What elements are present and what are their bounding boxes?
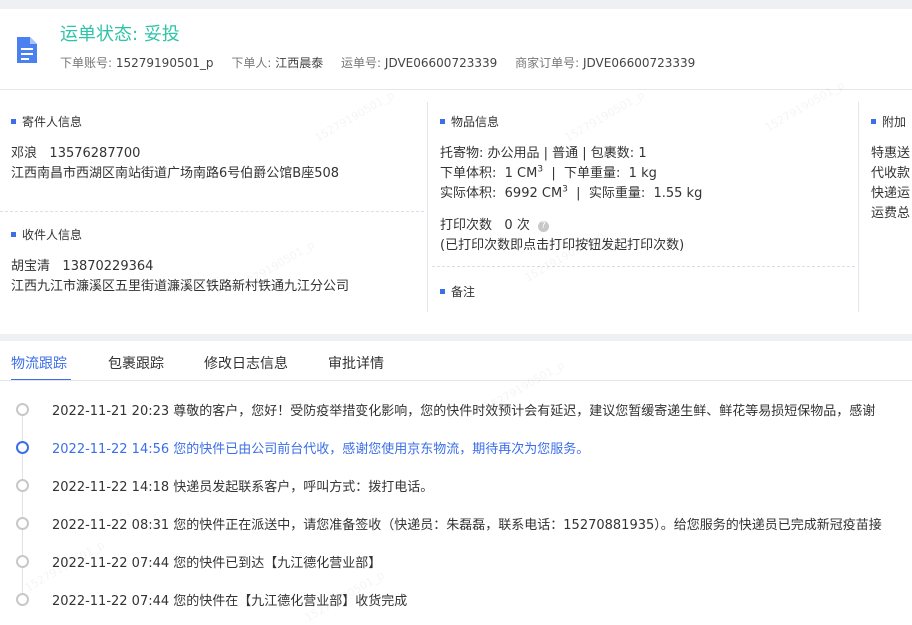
actual-volume-unit: 3 (562, 184, 568, 195)
extra-line: 代收款 (871, 166, 911, 181)
divider (0, 211, 424, 212)
timeline-text: 2022-11-22 07:44 您的快件在【九江德化营业部】收货完成 (52, 594, 408, 609)
timeline-item: 2022-11-22 07:44 您的快件在【九江德化营业部】收货完成 (0, 590, 912, 610)
status-value: 妥投 (143, 24, 180, 45)
timeline-dot-icon (16, 517, 29, 530)
orderer-label: 下单人: (231, 56, 272, 70)
timeline-dot-icon (16, 441, 29, 454)
extra-line: 运费总 (871, 206, 911, 221)
order-account-value: 15279190501_p (115, 56, 214, 70)
actual-volume-value: 6992 CM (504, 186, 563, 201)
help-icon[interactable]: ? (537, 221, 549, 232)
merchant-order-value: JDVE06600723339 (582, 56, 696, 70)
order-weight-label: 下单重量: (564, 166, 621, 181)
timeline-dot-icon (16, 479, 29, 492)
tab-bar-border (0, 380, 912, 381)
sender-phone: 13576287700 (49, 146, 141, 161)
timeline-text: 2022-11-22 07:44 您的快件已到达【九江德化营业部】 (52, 556, 382, 571)
print-count-label: 打印次数 (440, 218, 493, 233)
receiver-phone: 13870229364 (62, 259, 154, 274)
tab-logistics-tracking[interactable]: 物流跟踪 (11, 353, 67, 373)
timeline-item: 2022-11-22 08:31 您的快件正在派送中，请您准备签收（快递员：朱磊… (0, 514, 912, 534)
timeline-item: 2022-11-22 14:56 您的快件已由公司前台代收，感谢您使用京东物流，… (0, 438, 912, 458)
waybill-meta: 下单账号: 15279190501_p 下单人: 江西晨泰 运单号: JDVE0… (60, 54, 709, 71)
goods-title: 物品信息 (440, 113, 499, 130)
waybill-header: 运单状态: 妥投 下单账号: 15279190501_p 下单人: 江西晨泰 运… (0, 9, 912, 90)
extra-title: 附加 (871, 113, 906, 130)
waybill-number-label: 运单号: (341, 56, 382, 70)
waybill-number-value: JDVE06600723339 (384, 56, 498, 70)
timeline-item: 2022-11-22 14:18 快递员发起联系客户，呼叫方式：拨打电话。 (0, 476, 912, 496)
sender-address: 江西南昌市西湖区南站街道广场南路6号伯爵公馆B座508 (11, 166, 340, 181)
status-label: 运单状态: (60, 24, 139, 45)
timeline-text: 2022-11-22 14:18 快递员发起联系客户，呼叫方式：拨打电话。 (52, 480, 434, 495)
column-divider (427, 102, 428, 312)
remarks-title: 备注 (440, 283, 475, 300)
tab-approval-details[interactable]: 审批详情 (328, 353, 384, 373)
divider (432, 266, 855, 267)
goods-order-volume-weight: 下单体积: 1 CM3 | 下单重量: 1 kg (440, 164, 657, 181)
actual-volume-label: 实际体积: (440, 186, 497, 201)
sender-title: 寄件人信息 (11, 113, 82, 130)
order-volume-value: 1 CM (504, 166, 538, 181)
timeline-text: 2022-11-21 20:23 尊敬的客户，您好！受防疫举措变化影响，您的快件… (52, 404, 876, 419)
extra-line: 快递运 (871, 186, 911, 201)
goods-actual-volume-weight: 实际体积: 6992 CM3 | 实际重量: 1.55 kg (440, 184, 703, 201)
column-divider (858, 102, 859, 312)
document-icon (17, 37, 37, 63)
top-strip (0, 0, 912, 9)
orderer-value: 江西晨泰 (275, 56, 324, 70)
actual-weight-value: 1.55 kg (653, 186, 703, 201)
section-separator (0, 334, 912, 341)
receiver-address: 江西九江市濂溪区五里街道濂溪区铁路新村铁通九江分公司 (11, 279, 350, 294)
sender-name-phone: 邓浪 13576287700 (11, 142, 140, 161)
timeline-item: 2022-11-21 20:23 尊敬的客户，您好！受防疫举措变化影响，您的快件… (0, 400, 912, 420)
timeline-item: 2022-11-22 07:44 您的快件已到达【九江德化营业部】 (0, 552, 912, 572)
timeline-dot-icon (16, 555, 29, 568)
extra-line: 特惠送 (871, 146, 911, 161)
print-count-value: 0 次 (504, 218, 530, 233)
timeline-text: 2022-11-22 14:56 您的快件已由公司前台代收，感谢您使用京东物流，… (52, 442, 590, 457)
receiver-name: 胡宝清 (11, 259, 51, 274)
actual-weight-label: 实际重量: (588, 186, 646, 201)
waybill-info-section: 寄件人信息 邓浪 13576287700 江西南昌市西湖区南站街道广场南路6号伯… (0, 90, 912, 330)
waybill-status: 运单状态: 妥投 (60, 20, 180, 46)
receiver-name-phone: 胡宝清 13870229364 (11, 255, 153, 274)
sender-name: 邓浪 (11, 146, 38, 161)
goods-type-line: 托寄物: 办公用品 | 普通 | 包裹数: 1 (440, 146, 647, 161)
merchant-order-label: 商家订单号: (515, 56, 580, 70)
print-count-note: (已打印次数即点击打印按钮发起打印次数) (440, 238, 685, 253)
tab-bar: 物流跟踪 包裹跟踪 修改日志信息 审批详情 (0, 341, 912, 381)
receiver-title: 收件人信息 (11, 226, 82, 243)
order-weight-value: 1 kg (628, 166, 657, 181)
timeline-dot-icon (16, 593, 29, 606)
order-account-label: 下单账号: (60, 56, 113, 70)
tab-modification-log[interactable]: 修改日志信息 (204, 353, 288, 373)
timeline-text: 2022-11-22 08:31 您的快件正在派送中，请您准备签收（快递员：朱磊… (52, 518, 882, 533)
print-count-line: 打印次数 0 次 ? (440, 214, 549, 233)
order-volume-label: 下单体积: (440, 166, 497, 181)
timeline-dot-icon (16, 403, 29, 416)
tab-package-tracking[interactable]: 包裹跟踪 (108, 353, 164, 373)
order-volume-unit: 3 (537, 164, 544, 175)
